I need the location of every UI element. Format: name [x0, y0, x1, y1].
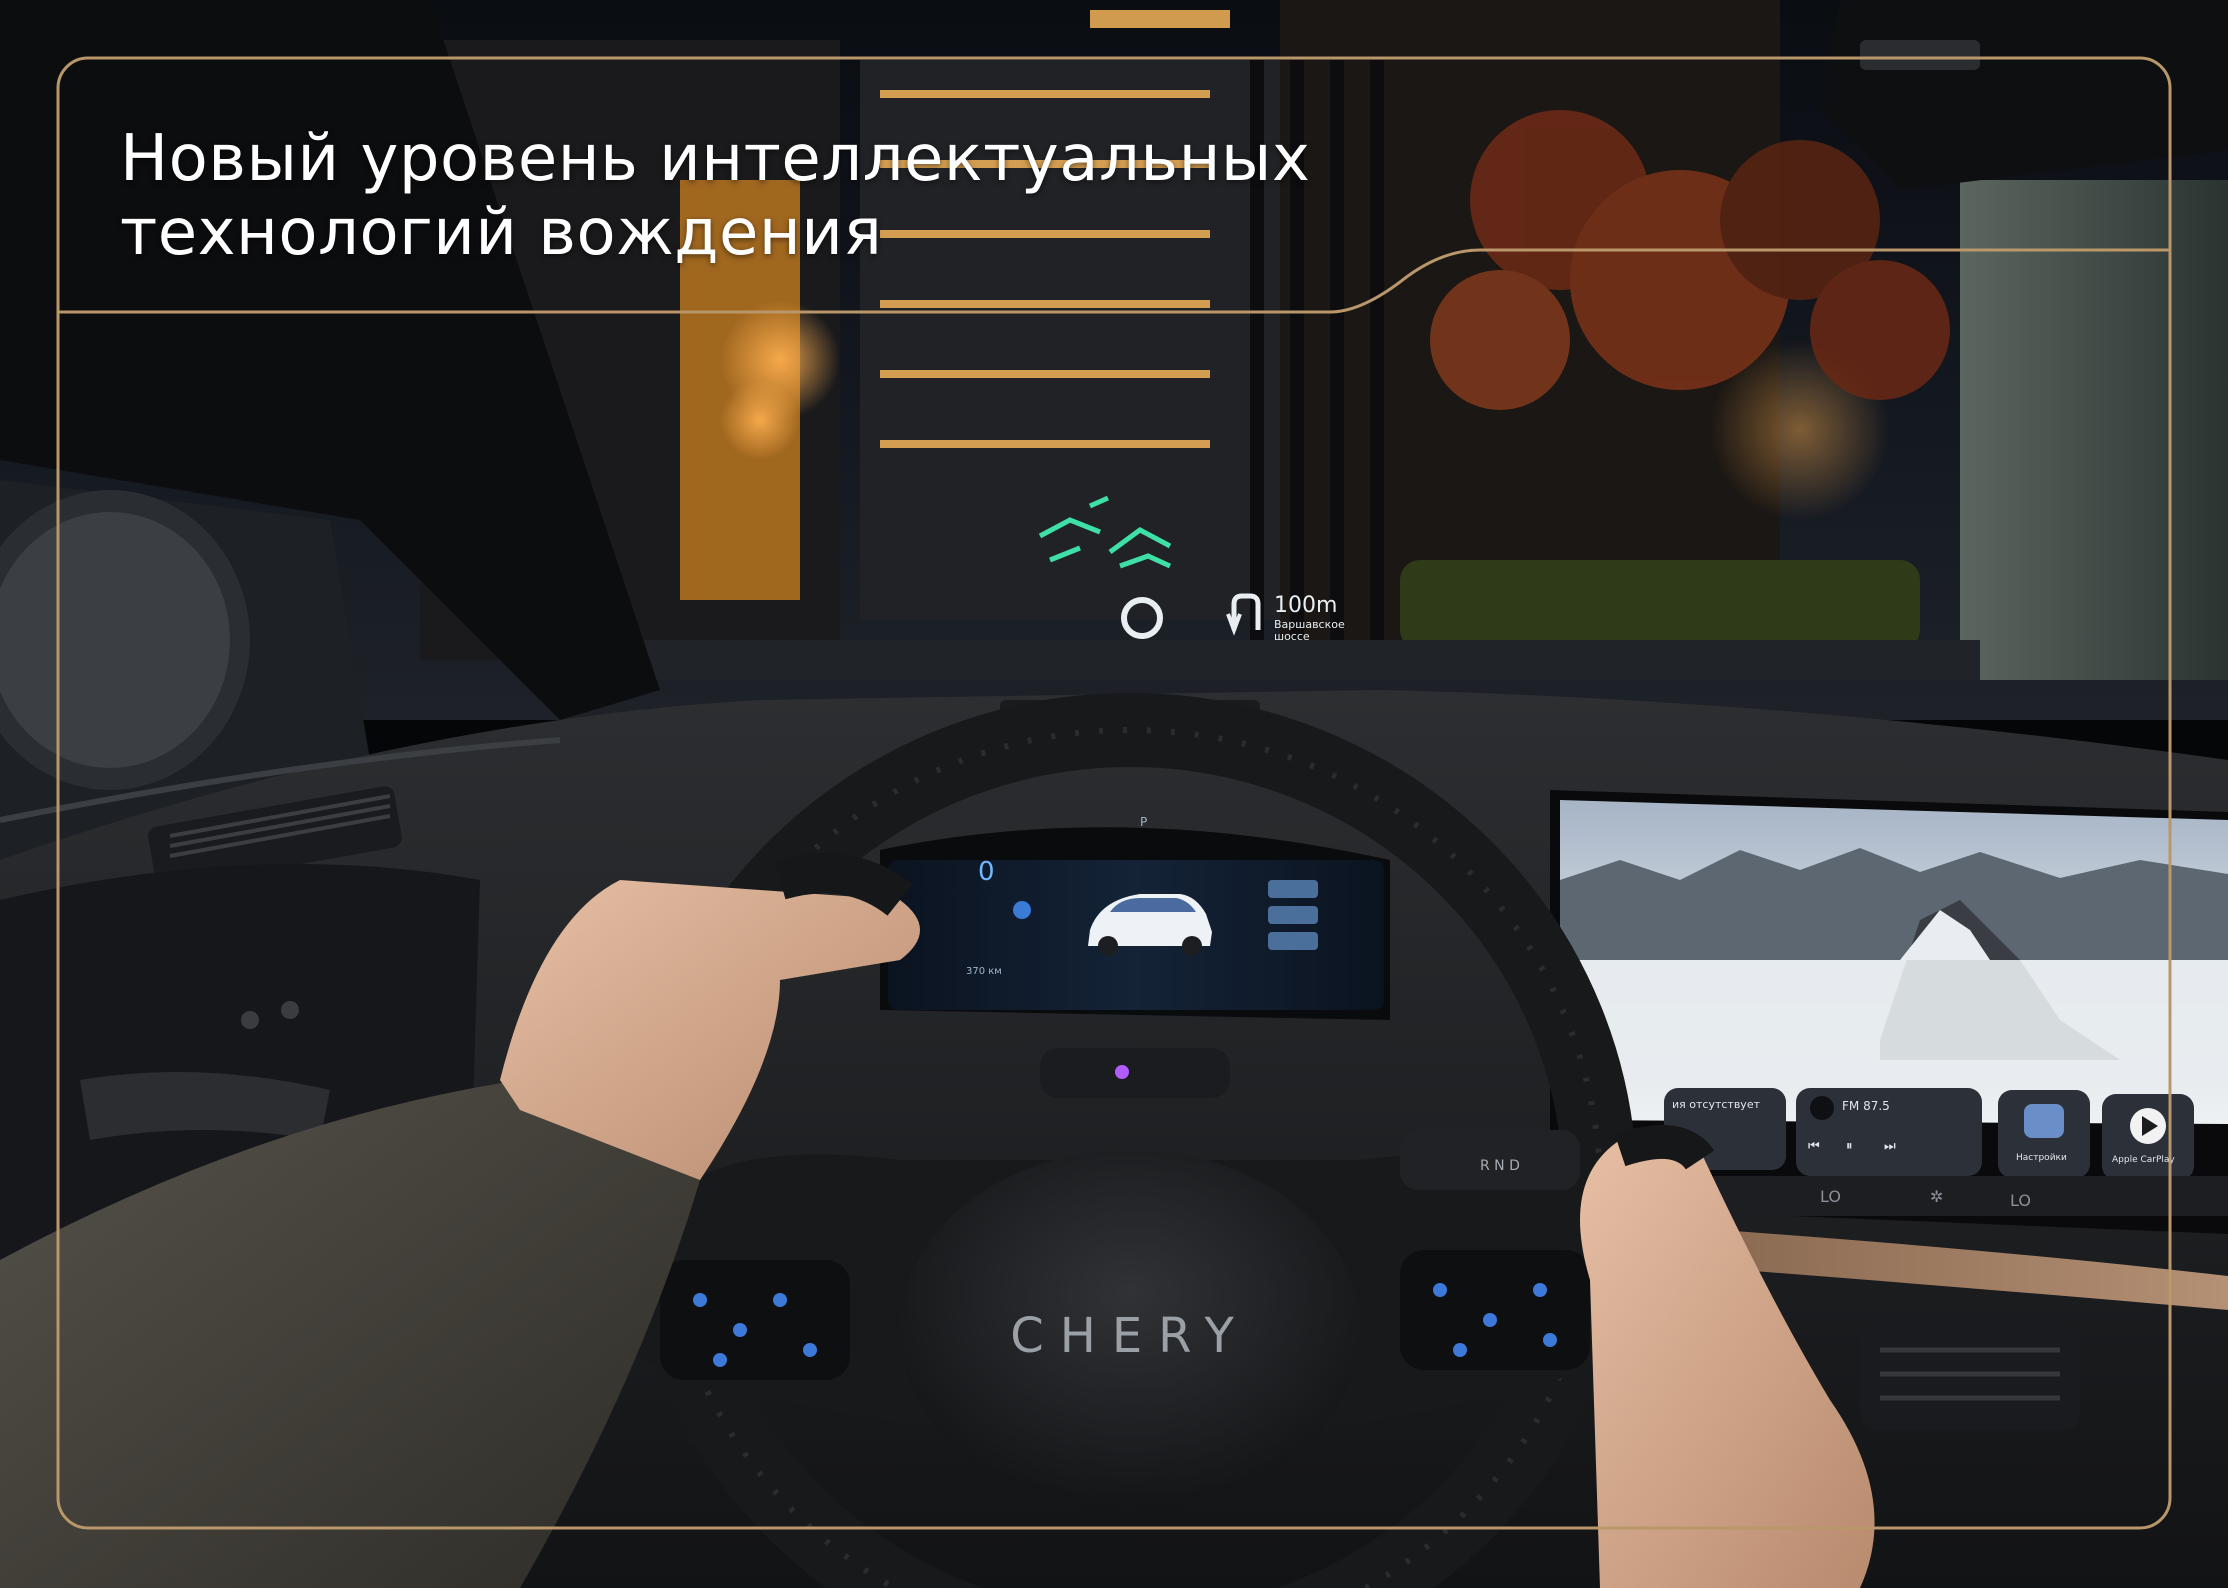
- radio-widget[interactable]: FM 87.5 ⏮ ⏸ ⏭: [1796, 1088, 1982, 1176]
- cluster-speed: 0: [978, 857, 995, 887]
- headline: Новый уровень интеллектуальных технологи…: [120, 122, 1310, 270]
- cluster-gear: P: [1140, 815, 1147, 829]
- pause-icon[interactable]: ⏸: [1846, 1139, 1853, 1154]
- gear-selector[interactable]: R N D: [1400, 1130, 1580, 1190]
- instrument-cluster: 0 P 370 км: [880, 815, 1390, 1020]
- right-wheel-buttons[interactable]: [1400, 1250, 1590, 1370]
- hud-distance: 100m: [1274, 593, 1337, 618]
- mountain-wallpaper: [1560, 848, 2228, 1080]
- advert-slide: 100m Варшавское шоссе 0 P 370 км ия отсу…: [0, 0, 2228, 1588]
- prev-track-icon[interactable]: ⏮: [1808, 1139, 1820, 1154]
- hedge: [1400, 560, 1920, 650]
- fan-icon[interactable]: ✲: [1930, 1187, 1943, 1206]
- left-wheel-buttons[interactable]: [660, 1260, 850, 1380]
- chery-logo: CHERY: [1010, 1308, 1250, 1364]
- headline-line2: технологий вождения: [120, 196, 883, 270]
- car-settings-icon: [2024, 1104, 2064, 1138]
- settings-tile[interactable]: Настройки: [1998, 1090, 2090, 1178]
- climate-right-temp[interactable]: LO: [2010, 1191, 2031, 1210]
- wet-road: [600, 640, 1980, 680]
- card-left-text: ия отсутствует: [1672, 1098, 1761, 1111]
- cluster-range: 370 км: [966, 966, 1002, 977]
- cluster-indicator: [1013, 901, 1031, 919]
- radio-station: FM 87.5: [1842, 1099, 1890, 1113]
- next-track-icon[interactable]: ⏭: [1884, 1139, 1896, 1154]
- climate-left-temp[interactable]: LO: [1820, 1187, 1841, 1206]
- driver-monitor-camera: [1040, 1048, 1230, 1098]
- carplay-tile[interactable]: Apple CarPlay: [2102, 1094, 2194, 1180]
- headline-line1: Новый уровень интеллектуальных: [120, 122, 1311, 196]
- svg-text:R N D: R N D: [1480, 1158, 1520, 1174]
- hud-street-line2: шоссе: [1274, 630, 1310, 643]
- radio-icon: [1810, 1096, 1834, 1120]
- settings-label: Настройки: [2016, 1153, 2067, 1163]
- carplay-label: Apple CarPlay: [2112, 1155, 2175, 1165]
